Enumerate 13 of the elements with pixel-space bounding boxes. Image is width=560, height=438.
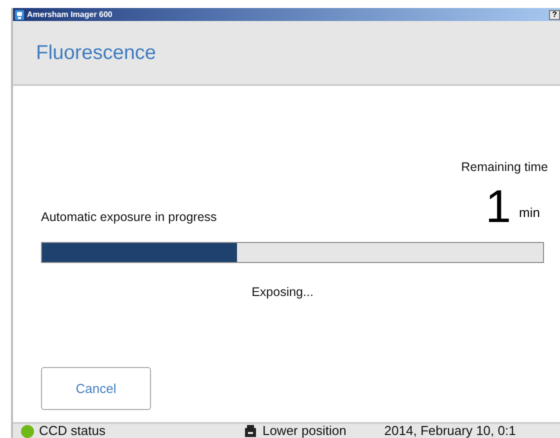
help-button[interactable]: ? bbox=[549, 10, 560, 20]
tray-position-label: Lower position bbox=[262, 422, 346, 438]
date-time: 2014, February 10, 0:1 bbox=[384, 422, 516, 438]
ccd-status-label: CCD status bbox=[39, 422, 106, 438]
window-title: Amersham Imager 600 bbox=[27, 10, 112, 18]
remaining-time-value: 1 bbox=[485, 182, 512, 229]
cancel-button[interactable]: Cancel bbox=[41, 367, 151, 410]
app-icon bbox=[15, 10, 24, 20]
time-unit: min bbox=[519, 204, 540, 222]
remaining-time-label: Remaining time bbox=[461, 159, 548, 176]
status-message: Automatic exposure in progress bbox=[41, 209, 217, 226]
progress-state: Exposing... bbox=[252, 284, 314, 301]
page-title: Fluorescence bbox=[36, 40, 156, 66]
